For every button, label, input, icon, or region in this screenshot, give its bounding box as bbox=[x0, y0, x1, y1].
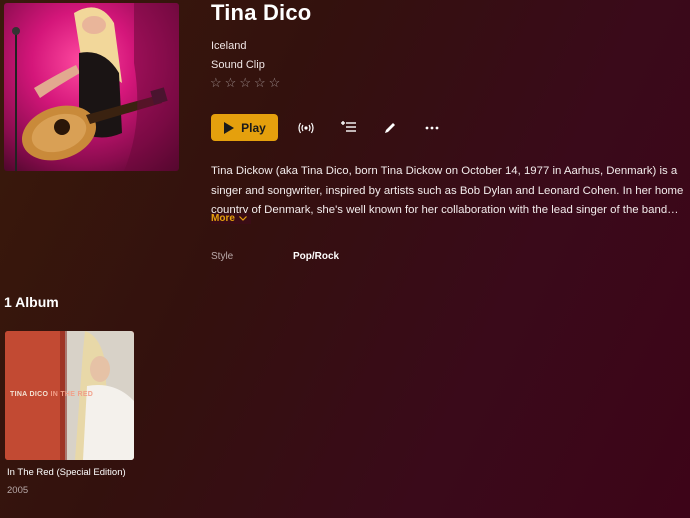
action-bar: Play bbox=[211, 114, 444, 141]
artist-country: Iceland bbox=[211, 40, 247, 52]
play-button-label: Play bbox=[241, 120, 266, 135]
star-icon[interactable]: ☆ bbox=[210, 75, 222, 91]
cover-title-text: IN THE RED bbox=[50, 391, 94, 398]
bio-more-link[interactable]: More bbox=[211, 213, 251, 224]
edit-button[interactable] bbox=[378, 116, 402, 140]
albums-section-title: 1 Album bbox=[4, 294, 59, 310]
add-to-playlist-button[interactable] bbox=[336, 116, 360, 140]
album-cover[interactable]: TINA DICO IN THE RED bbox=[5, 331, 134, 460]
more-ellipsis-icon bbox=[425, 126, 439, 129]
cover-artist-text: TINA DICO bbox=[10, 391, 49, 398]
artist-name: Tina Dico bbox=[211, 0, 312, 25]
star-icon[interactable]: ☆ bbox=[254, 75, 266, 91]
more-label: More bbox=[211, 213, 235, 224]
play-icon bbox=[224, 121, 235, 134]
chevron-down-icon bbox=[238, 216, 247, 221]
more-options-button[interactable] bbox=[420, 116, 444, 140]
rating-stars[interactable]: ☆ ☆ ☆ ☆ ☆ bbox=[210, 75, 280, 91]
bio-text: Tina Dickow (aka Tina Dico, born Tina Di… bbox=[211, 165, 684, 216]
style-label: Style bbox=[211, 251, 234, 262]
play-button[interactable]: Play bbox=[211, 114, 278, 141]
playlist-add-icon bbox=[340, 121, 356, 132]
star-icon[interactable]: ☆ bbox=[239, 75, 251, 91]
star-icon[interactable]: ☆ bbox=[269, 75, 281, 91]
album-year: 2005 bbox=[7, 485, 29, 496]
star-icon[interactable]: ☆ bbox=[225, 75, 237, 91]
artist-photo bbox=[4, 3, 179, 171]
radio-button[interactable] bbox=[294, 116, 318, 140]
artist-bio: Tina Dickow (aka Tina Dico, born Tina Di… bbox=[211, 162, 689, 221]
artist-photo-illustration bbox=[12, 3, 179, 171]
album-cover-caption: TINA DICO IN THE RED bbox=[10, 391, 93, 398]
radio-icon bbox=[298, 122, 314, 133]
edit-pencil-icon bbox=[385, 122, 395, 133]
style-value-link[interactable]: Pop/Rock bbox=[293, 251, 339, 262]
artist-subtitle: Sound Clip bbox=[211, 59, 265, 71]
album-title-link[interactable]: In The Red (Special Edition) bbox=[7, 467, 126, 478]
